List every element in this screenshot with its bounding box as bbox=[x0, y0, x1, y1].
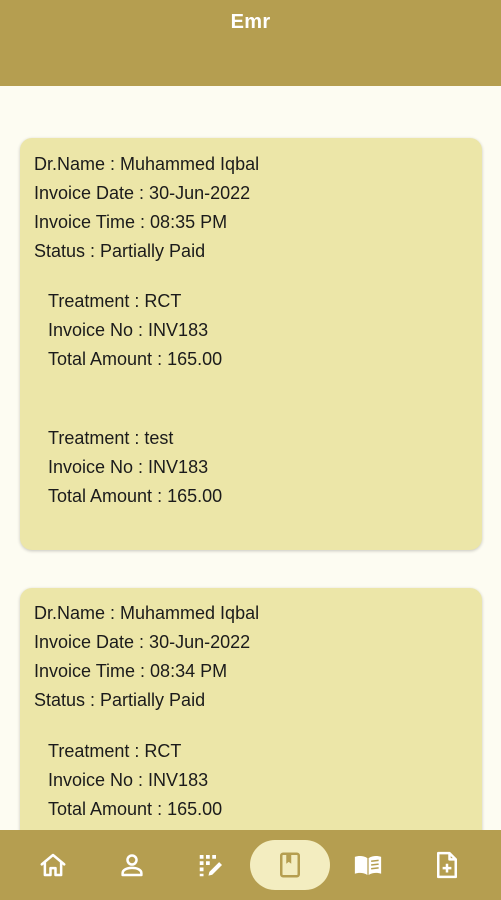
nav-add-document-button[interactable] bbox=[417, 840, 477, 890]
total-amount: Total Amount : 165.00 bbox=[48, 486, 223, 506]
home-icon bbox=[40, 853, 66, 877]
invoice-list[interactable]: Dr.Name : Muhammed Iqbal Invoice Date : … bbox=[0, 86, 501, 830]
treatment-name: Treatment : RCT bbox=[48, 291, 182, 311]
open-book-icon bbox=[354, 856, 382, 875]
nav-profile-button[interactable] bbox=[102, 840, 162, 890]
payment-status: Status : Partially Paid bbox=[34, 241, 206, 261]
total-amount: Total Amount : 165.00 bbox=[48, 349, 223, 369]
app-screen: Emr Dr.Name : Muhammed Iqbal Invoice Dat… bbox=[0, 0, 501, 900]
nav-bookmark-button[interactable] bbox=[250, 840, 330, 890]
treatment-name: Treatment : RCT bbox=[48, 741, 182, 761]
invoice-date: Invoice Date : 30-Jun-2022 bbox=[34, 183, 251, 203]
invoice-card[interactable]: Dr.Name : Muhammed Iqbal Invoice Date : … bbox=[20, 138, 482, 550]
app-title: Emr bbox=[230, 11, 271, 33]
invoice-date: Invoice Date : 30-Jun-2022 bbox=[34, 632, 251, 652]
treatment-name: Treatment : test bbox=[48, 428, 174, 448]
doctor-name: Dr.Name : Muhammed Iqbal bbox=[34, 603, 260, 623]
invoice-number: Invoice No : INV183 bbox=[48, 457, 209, 477]
edit-note-icon bbox=[199, 855, 222, 877]
bookmark-book-icon bbox=[280, 852, 300, 878]
add-document-icon bbox=[437, 851, 457, 879]
invoice-number: Invoice No : INV183 bbox=[48, 320, 209, 340]
bottom-nav bbox=[0, 830, 501, 900]
invoice-number: Invoice No : INV183 bbox=[48, 770, 209, 790]
invoice-time: Invoice Time : 08:34 PM bbox=[34, 661, 228, 681]
nav-home-button[interactable] bbox=[23, 840, 83, 890]
nav-book-button[interactable] bbox=[338, 840, 398, 890]
total-amount: Total Amount : 165.00 bbox=[48, 799, 223, 819]
doctor-name: Dr.Name : Muhammed Iqbal bbox=[34, 154, 260, 174]
app-bar: Emr bbox=[0, 0, 501, 86]
invoice-card[interactable]: Dr.Name : Muhammed Iqbal Invoice Date : … bbox=[20, 588, 482, 830]
person-icon bbox=[121, 854, 143, 877]
payment-status: Status : Partially Paid bbox=[34, 690, 206, 710]
nav-edit-button[interactable] bbox=[181, 840, 241, 890]
invoice-time: Invoice Time : 08:35 PM bbox=[34, 212, 228, 232]
